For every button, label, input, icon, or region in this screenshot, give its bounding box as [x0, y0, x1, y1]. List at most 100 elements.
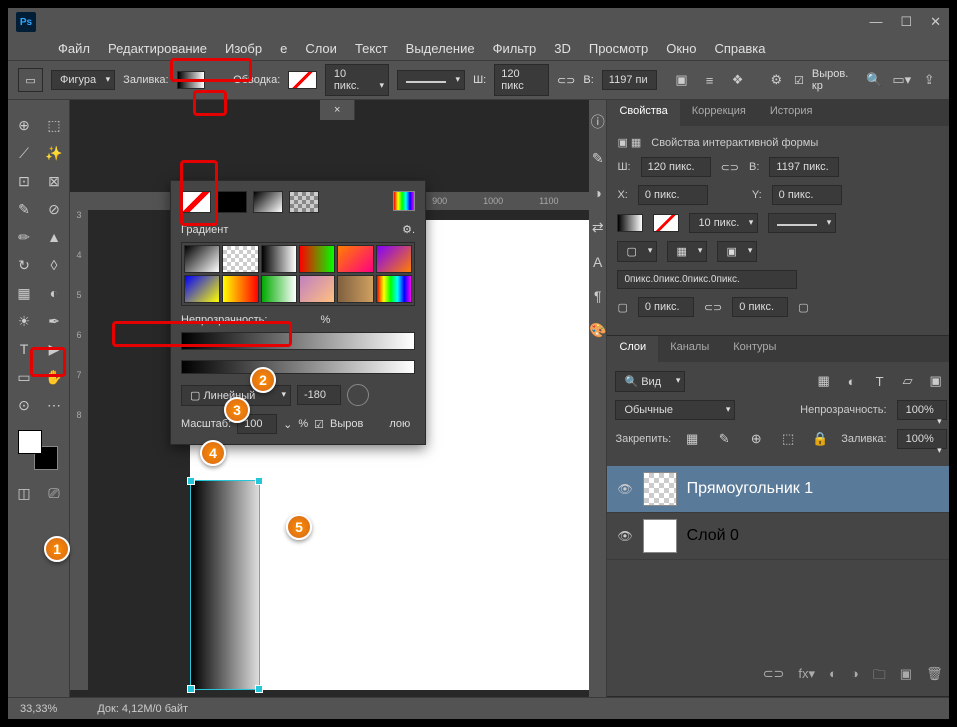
paragraph-icon[interactable]: ¶ [594, 288, 602, 304]
maximize-icon[interactable]: ☐ [900, 14, 912, 30]
gradient-tool[interactable]: ▦ [10, 280, 38, 306]
new-layer-icon[interactable]: ▣ [900, 666, 912, 688]
shape-mode-dropdown[interactable]: Фигура [51, 70, 115, 90]
pen-tool[interactable]: ✒ [40, 308, 68, 334]
layer-name[interactable]: Прямоугольник 1 [687, 480, 813, 498]
menu-view[interactable]: Просмотр [589, 41, 648, 56]
filter-adj-icon[interactable]: ◐ [841, 370, 863, 392]
radius-tr[interactable]: 0 пикс. [732, 297, 788, 317]
reverse-checkbox[interactable]: ☑ [314, 418, 324, 431]
prop-stroke-style[interactable] [768, 213, 836, 233]
gradient-preset[interactable] [337, 245, 373, 273]
menu-type[interactable]: Текст [355, 41, 388, 56]
mask-icon[interactable]: ◐ [829, 666, 837, 688]
zoom-tool[interactable]: ⊙ [10, 392, 38, 418]
tab-layers[interactable]: Слои [607, 336, 658, 362]
eyedropper-tool[interactable]: ✎ [10, 196, 38, 222]
gradient-preset[interactable] [299, 275, 335, 303]
gradient-preset[interactable] [376, 245, 412, 273]
align-edges-checkbox[interactable]: ☑ [794, 74, 804, 87]
link-layers-icon[interactable]: ⊂⊃ [763, 666, 785, 688]
eraser-tool[interactable]: ◊ [40, 252, 68, 278]
prop-fill[interactable] [617, 214, 643, 232]
layer-name[interactable]: Слой 0 [687, 527, 739, 545]
radius-tl[interactable]: 0 пикс. [638, 297, 694, 317]
layer-opacity[interactable]: 100% [897, 400, 947, 420]
visibility-icon[interactable]: 👁 [617, 529, 632, 543]
fill-pattern[interactable] [289, 191, 319, 213]
arrange-icon[interactable]: ❖ [727, 69, 749, 91]
stamp-tool[interactable]: ▲ [40, 224, 68, 250]
menu-image2[interactable]: е [280, 41, 287, 56]
color-icon[interactable]: 🎨 [589, 322, 606, 339]
prop-x[interactable]: 0 пикс. [638, 185, 708, 205]
dodge-tool[interactable]: ☀ [10, 308, 38, 334]
lasso-tool[interactable]: ⟋ [10, 140, 38, 166]
adjustments-icon[interactable]: ◑ [593, 185, 601, 201]
path-ops-icon[interactable]: ▣ [671, 69, 693, 91]
menu-select[interactable]: Выделение [406, 41, 475, 56]
search-icon[interactable]: 🔍 [865, 69, 884, 91]
stroke-width[interactable]: 10 пикс. [325, 64, 389, 96]
align-dropdown[interactable]: ▣ [717, 241, 757, 262]
blur-tool[interactable]: ◐ [40, 280, 68, 306]
tab-paths[interactable]: Контуры [721, 336, 788, 362]
link-wh-icon[interactable]: ⊂⊃ [557, 74, 575, 87]
history-brush-tool[interactable]: ↻ [10, 252, 38, 278]
foreground-color[interactable] [18, 430, 42, 454]
lock-all-icon[interactable]: 🔒 [809, 428, 831, 450]
gradient-preset[interactable] [337, 275, 373, 303]
filter-shape-icon[interactable]: ▱ [897, 370, 919, 392]
filter-pixel-icon[interactable]: ▦ [813, 370, 835, 392]
gear-icon[interactable]: ⚙ [767, 69, 786, 91]
lock-pixels-icon[interactable]: ▦ [681, 428, 703, 450]
transform-handle[interactable] [187, 477, 195, 485]
menu-help[interactable]: Справка [714, 41, 765, 56]
prop-y[interactable]: 0 пикс. [772, 185, 842, 205]
gradient-preset[interactable] [299, 245, 335, 273]
document-tab[interactable]: × [320, 100, 355, 120]
menu-3d[interactable]: 3D [554, 41, 571, 56]
doc-info[interactable]: Док: 4,12M/0 байт [97, 703, 188, 715]
menu-layer[interactable]: Слои [305, 41, 337, 56]
minimize-icon[interactable]: — [869, 14, 882, 30]
layer-thumb[interactable] [643, 472, 677, 506]
tab-properties[interactable]: Свойства [607, 100, 679, 126]
corners-input[interactable]: 0пикс.0пикс.0пикс.0пикс. [617, 270, 797, 289]
prop-width[interactable]: 120 пикс. [641, 157, 711, 177]
layer-row[interactable]: 👁 Прямоугольник 1 [607, 466, 949, 513]
angle-dial[interactable] [347, 384, 369, 406]
magic-wand-tool[interactable]: ✨ [40, 140, 68, 166]
lock-artboard-icon[interactable]: ⬚ [777, 428, 799, 450]
layer-filter[interactable]: 🔍 Вид [615, 371, 685, 392]
tab-channels[interactable]: Каналы [658, 336, 721, 362]
crop-tool[interactable]: ⊡ [10, 168, 38, 194]
gradient-preset[interactable] [376, 275, 412, 303]
link-radii-icon[interactable]: ⊂⊃ [704, 301, 722, 314]
join-dropdown[interactable]: ▦ [667, 241, 707, 262]
patch-tool[interactable]: ⊘ [40, 196, 68, 222]
share-icon[interactable]: ⇪ [920, 69, 939, 91]
rectangle-tool[interactable]: ▭ [10, 364, 38, 390]
tab-adjustments[interactable]: Коррекция [680, 100, 758, 126]
prop-stroke-width[interactable]: 10 пикс. [689, 213, 758, 233]
menu-window[interactable]: Окно [666, 41, 696, 56]
lock-move-icon[interactable]: ⊕ [745, 428, 767, 450]
visibility-icon[interactable]: 👁 [617, 482, 632, 496]
info-icon[interactable]: ⓘ [591, 112, 605, 132]
path-select-tool[interactable]: ▶ [40, 336, 68, 362]
tab-history[interactable]: История [758, 100, 825, 126]
menu-file[interactable]: Файл [58, 41, 90, 56]
filter-type-icon[interactable]: T [869, 370, 891, 392]
gear-icon[interactable]: ⚙. [402, 223, 415, 236]
close-icon[interactable]: ✕ [930, 14, 941, 30]
blend-mode[interactable]: Обычные [615, 400, 735, 420]
menu-edit[interactable]: Редактирование [108, 41, 207, 56]
brush-tool[interactable]: ✏ [10, 224, 38, 250]
layer-row[interactable]: 👁 Слой 0 [607, 513, 949, 560]
adjustment-icon[interactable]: ◑ [851, 666, 859, 688]
layer-fill[interactable]: 100% [897, 429, 947, 449]
menu-filter[interactable]: Фильтр [493, 41, 537, 56]
quickmask-tool[interactable]: ◫ [10, 480, 38, 506]
styles-icon[interactable]: ⇄ [592, 219, 604, 236]
